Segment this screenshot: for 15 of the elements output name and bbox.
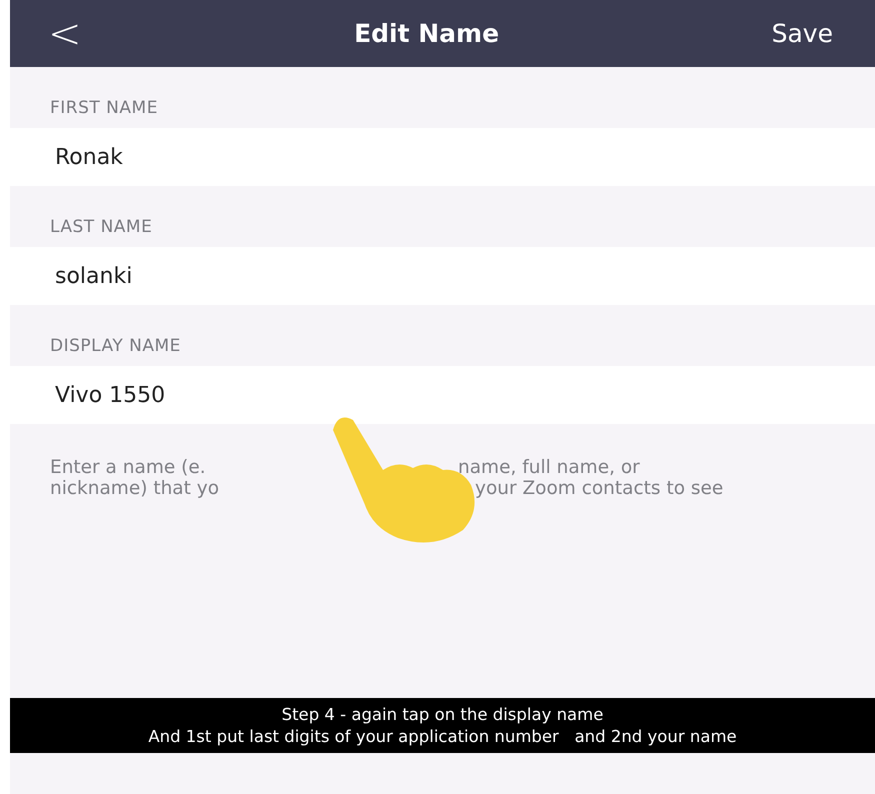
field-label: FIRST NAME [50,96,158,120]
text-field[interactable]: solanki [10,247,875,305]
caption-text: And 1st put last digits of your application number and 2nd your name [147,726,738,748]
text-field[interactable]: Ronak [10,128,875,186]
hint-text: Enter a name (e. [50,457,207,478]
back-button[interactable]: < [48,14,82,54]
hint-text: your Zoom contacts to see [475,478,724,499]
save-button[interactable]: Save [772,14,833,52]
caption-text: Step 4 - again tap on the display name [280,704,604,726]
field-label: DISPLAY NAME [50,334,181,358]
text-field[interactable]: Vivo 1550 [10,366,875,424]
screen-title: Edit Name [354,18,500,50]
field-label: LAST NAME [50,216,152,238]
hint-text: name, full name, or [458,457,641,478]
hint-text: nickname) that yo [50,478,220,499]
